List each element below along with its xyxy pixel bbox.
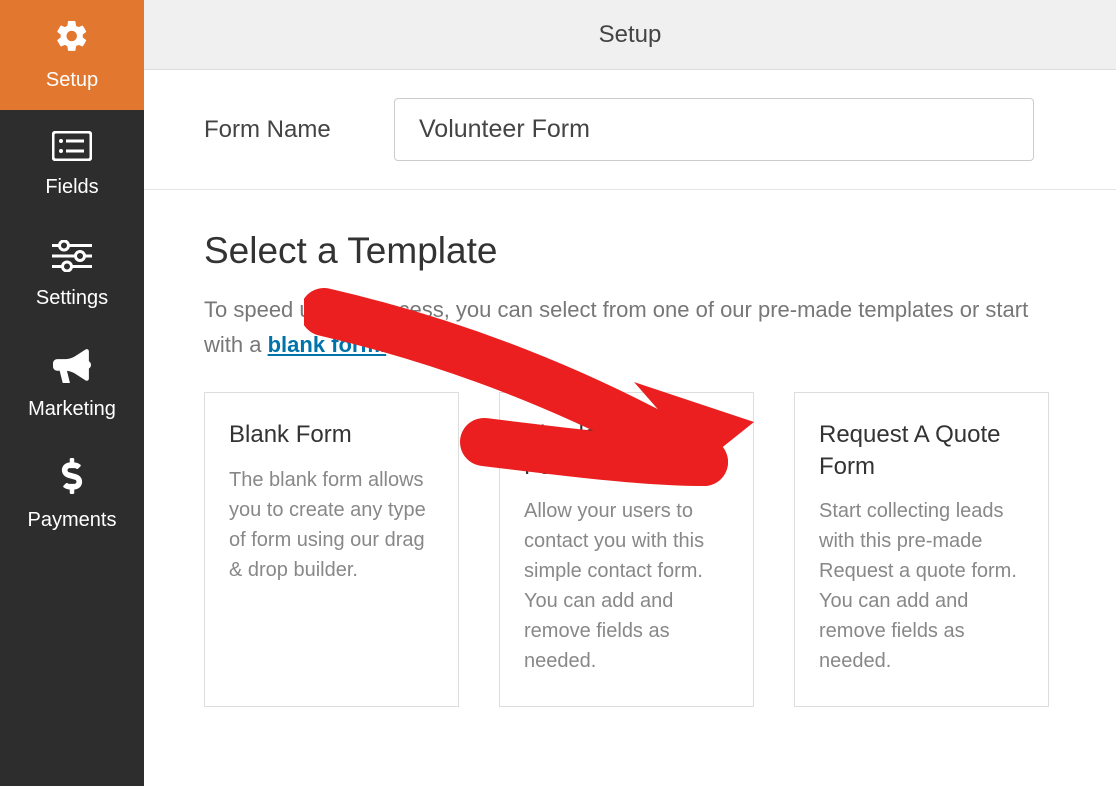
template-desc: The blank form allows you to create any …	[229, 465, 434, 585]
sidebar-item-label: Setup	[46, 69, 98, 92]
list-icon	[52, 131, 92, 166]
sidebar-item-label: Marketing	[28, 398, 116, 421]
template-section: Select a Template To speed up the proces…	[144, 190, 1116, 707]
template-request-a-quote-form[interactable]: Request A Quote Form Start collecting le…	[794, 392, 1049, 706]
page-title: Setup	[144, 0, 1116, 70]
sliders-icon	[52, 240, 92, 277]
sidebar-item-marketing[interactable]: Marketing	[0, 330, 144, 440]
form-name-input[interactable]	[394, 98, 1034, 161]
sidebar-item-label: Fields	[45, 176, 98, 199]
form-name-row: Form Name	[144, 70, 1116, 190]
section-heading: Select a Template	[204, 230, 1056, 272]
sidebar-item-label: Settings	[36, 287, 108, 310]
dollar-icon	[61, 458, 83, 499]
sidebar-item-settings[interactable]: Settings	[0, 220, 144, 330]
form-name-label: Form Name	[204, 116, 394, 144]
template-title: Simple Contact Form	[524, 419, 729, 481]
sidebar-item-fields[interactable]: Fields	[0, 110, 144, 220]
sidebar: Setup Fields Settings Marketing Payments	[0, 0, 144, 786]
template-desc: Start collecting leads with this pre-mad…	[819, 496, 1024, 676]
blank-form-link[interactable]: blank form.	[268, 332, 387, 357]
bullhorn-icon	[53, 349, 91, 388]
template-blank-form[interactable]: Blank Form The blank form allows you to …	[204, 392, 459, 706]
sidebar-item-payments[interactable]: Payments	[0, 440, 144, 550]
gear-icon	[54, 18, 90, 59]
template-simple-contact-form[interactable]: Simple Contact Form Allow your users to …	[499, 392, 754, 706]
template-title: Blank Form	[229, 419, 434, 450]
section-description: To speed up the process, you can select …	[204, 292, 1056, 362]
sidebar-item-setup[interactable]: Setup	[0, 0, 144, 110]
template-title: Request A Quote Form	[819, 419, 1024, 481]
template-grid: Blank Form The blank form allows you to …	[204, 392, 1056, 706]
main-panel: Setup Form Name Select a Template To spe…	[144, 0, 1116, 786]
sidebar-item-label: Payments	[28, 509, 117, 532]
app-root: Setup Fields Settings Marketing Payments	[0, 0, 1116, 786]
template-desc: Allow your users to contact you with thi…	[524, 496, 729, 676]
